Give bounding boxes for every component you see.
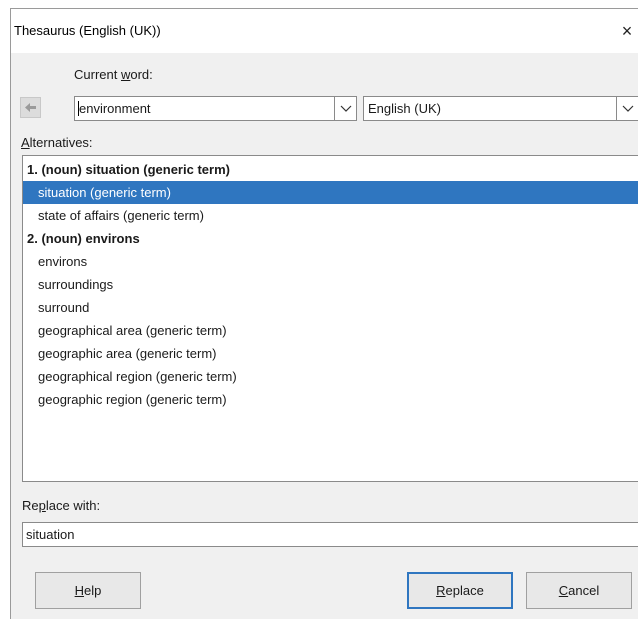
replace-with-label-rest: lace with: — [45, 498, 101, 513]
replace-with-label-mnemonic: p — [38, 498, 46, 513]
list-item[interactable]: geographical area (generic term) — [23, 319, 638, 342]
list-item[interactable]: geographic region (generic term) — [23, 388, 638, 411]
current-word-value: environment — [79, 101, 151, 116]
alternatives-label-rest: lternatives: — [29, 135, 93, 150]
list-item[interactable]: situation (generic term) — [23, 181, 638, 204]
help-button[interactable]: Help — [35, 572, 141, 609]
current-word-dropdown[interactable] — [334, 97, 356, 120]
title-bar: Thesaurus (English (UK)) × — [11, 9, 638, 53]
current-word-label-mnemonic: w — [120, 67, 131, 82]
alternatives-list[interactable]: 1. (noun) situation (generic term) situat… — [22, 155, 638, 482]
language-combobox[interactable]: English (UK) — [363, 96, 638, 121]
language-dropdown[interactable] — [616, 97, 638, 120]
close-icon[interactable]: × — [616, 19, 638, 43]
current-word-label-rest: ord: — [130, 67, 153, 82]
current-word-label: Current word: — [74, 67, 153, 82]
list-item[interactable]: geographic area (generic term) — [23, 342, 638, 365]
alternatives-label: Alternatives: — [21, 135, 93, 150]
cancel-label: ancel — [568, 583, 600, 598]
replace-with-value: situation — [26, 527, 75, 542]
list-item[interactable]: geographical region (generic term) — [23, 365, 638, 388]
replace-with-label-part: Re — [22, 498, 39, 513]
replace-with-label: Replace with: — [22, 498, 100, 513]
list-item[interactable]: surround — [23, 296, 638, 319]
cancel-button[interactable]: Cancel — [526, 572, 632, 609]
replace-label: eplace — [445, 583, 484, 598]
replace-with-input[interactable]: situation — [22, 522, 638, 547]
dialog-title: Thesaurus (English (UK)) — [14, 23, 161, 38]
help-mnemonic: H — [74, 583, 85, 598]
replace-button[interactable]: Replace — [407, 572, 513, 609]
current-word-label-part: Current — [74, 67, 121, 82]
list-item[interactable]: surroundings — [23, 273, 638, 296]
list-heading[interactable]: 1. (noun) situation (generic term) — [23, 158, 638, 181]
back-button[interactable] — [20, 97, 41, 118]
list-item[interactable]: environs — [23, 250, 638, 273]
list-heading[interactable]: 2. (noun) environs — [23, 227, 638, 250]
back-arrow-icon — [25, 103, 36, 112]
help-label: elp — [84, 583, 102, 598]
current-word-combobox[interactable]: environment — [74, 96, 357, 121]
chevron-down-icon — [340, 105, 352, 112]
thesaurus-dialog: Thesaurus (English (UK)) × Current word:… — [10, 8, 638, 619]
list-item[interactable]: state of affairs (generic term) — [23, 204, 638, 227]
alternatives-label-mnemonic: A — [21, 135, 30, 150]
cancel-mnemonic: C — [558, 583, 569, 598]
language-value: English (UK) — [368, 101, 441, 116]
chevron-down-icon — [622, 105, 634, 112]
replace-mnemonic: R — [436, 583, 446, 598]
